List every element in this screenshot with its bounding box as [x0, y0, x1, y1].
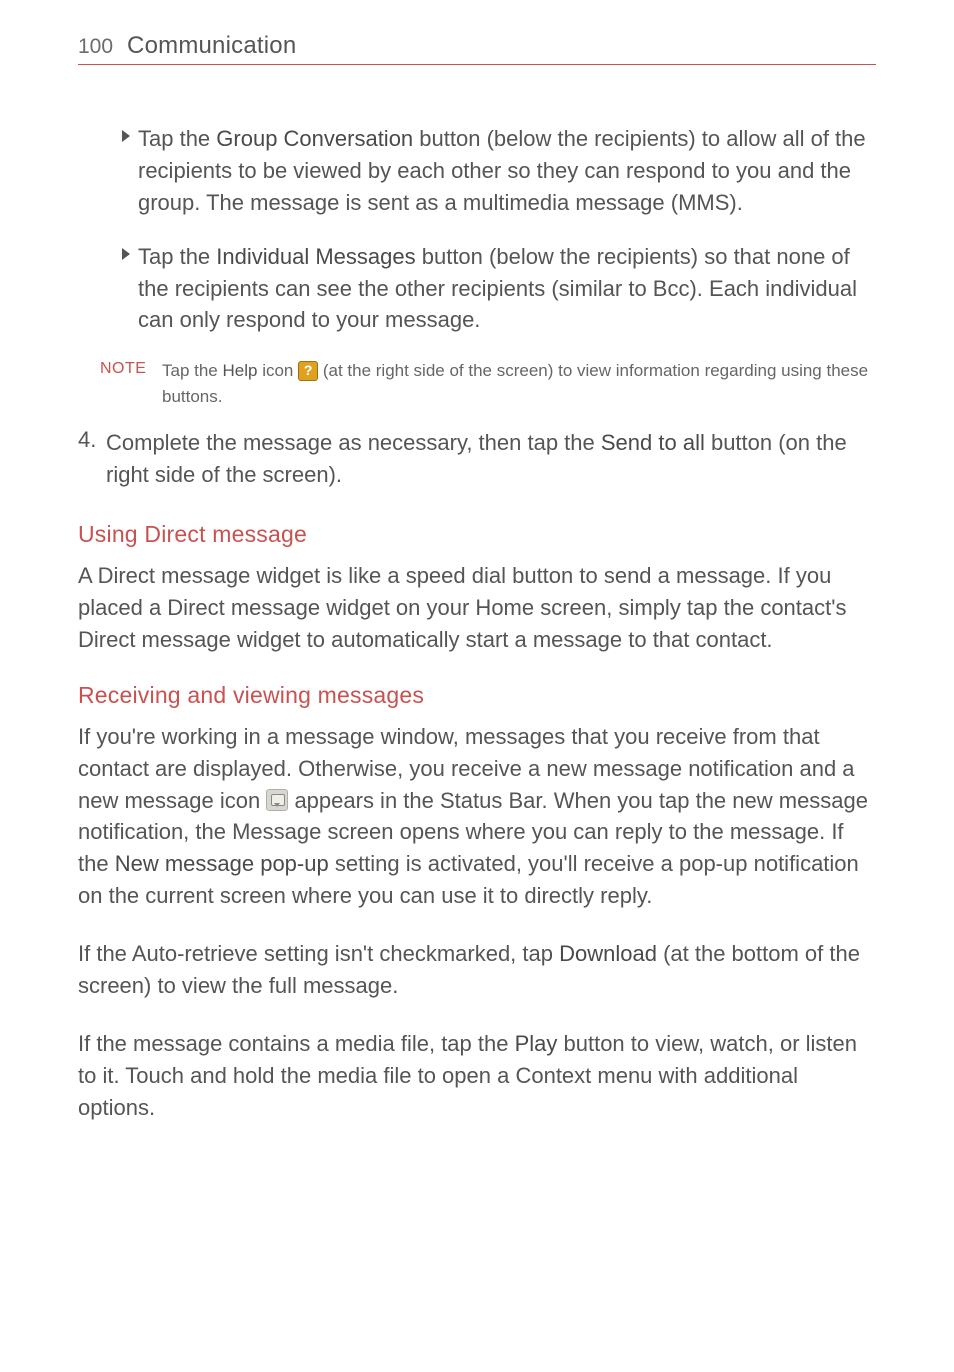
triangle-right-icon: [122, 129, 138, 219]
help-icon: [298, 361, 318, 381]
note-block: NOTE Tap the Help icon (at the right sid…: [100, 358, 876, 409]
page-header: 100 Communication: [78, 32, 876, 65]
bold-term: Help: [223, 361, 258, 380]
bold-term: Individual Messages: [216, 244, 415, 269]
bullet-item: Tap the Group Conversation button (below…: [122, 123, 876, 219]
bullet-text: Tap the Group Conversation button (below…: [138, 123, 876, 219]
page-number: 100: [78, 35, 113, 59]
step-text: Complete the message as necessary, then …: [106, 427, 876, 491]
note-text: Tap the Help icon (at the right side of …: [162, 358, 876, 409]
section-heading: Using Direct message: [78, 521, 876, 548]
message-icon: [266, 789, 288, 811]
bold-term: Download: [559, 941, 657, 966]
chapter-title: Communication: [127, 32, 296, 60]
paragraph: If the message contains a media file, ta…: [78, 1028, 876, 1124]
bold-term: Send to all: [601, 430, 705, 455]
bold-term: Group Conversation: [216, 126, 413, 151]
triangle-right-icon: [122, 247, 138, 337]
bullet-text: Tap the Individual Messages button (belo…: [138, 241, 876, 337]
note-label: NOTE: [100, 360, 162, 378]
bold-term: Play: [515, 1031, 558, 1056]
section-heading: Receiving and viewing messages: [78, 682, 876, 709]
paragraph: If the Auto-retrieve setting isn't check…: [78, 938, 876, 1002]
paragraph: A Direct message widget is like a speed …: [78, 560, 876, 656]
numbered-step: 4. Complete the message as necessary, th…: [78, 427, 876, 491]
bold-term: New message pop-up: [115, 851, 329, 876]
bullet-item: Tap the Individual Messages button (belo…: [122, 241, 876, 337]
paragraph: If you're working in a message window, m…: [78, 721, 876, 912]
step-number: 4.: [78, 427, 106, 491]
